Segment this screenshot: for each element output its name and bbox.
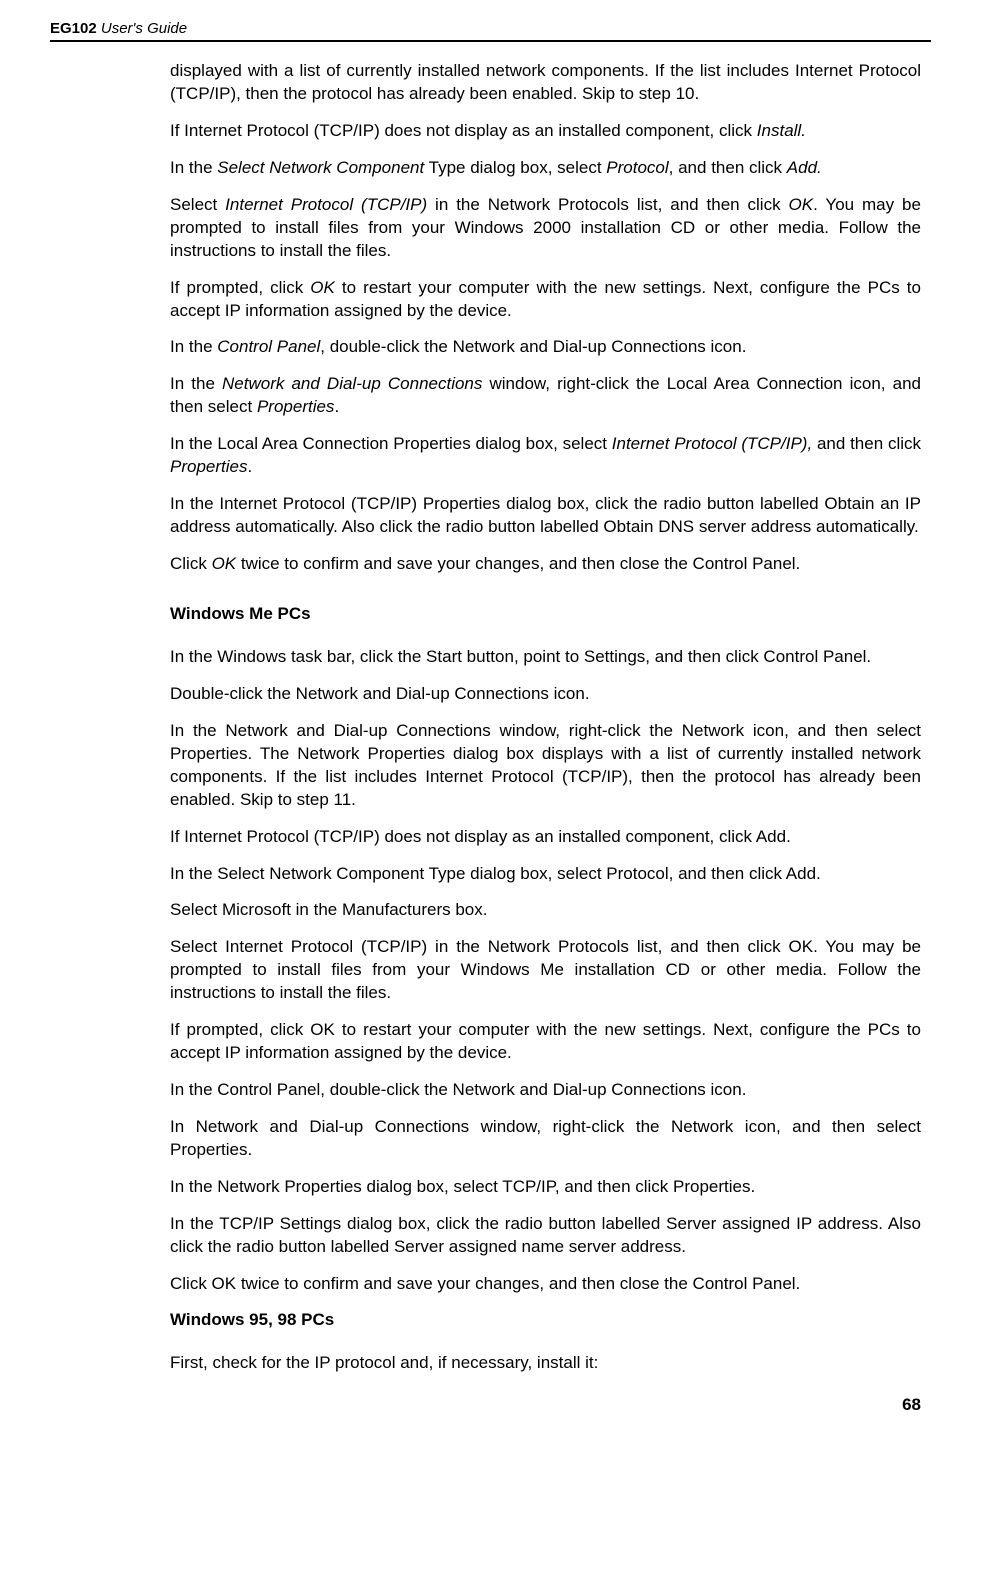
- page-container: EG102 User's Guide displayed with a list…: [0, 0, 981, 1435]
- body-paragraph: In the Network and Dial-up Connections w…: [170, 720, 921, 812]
- text-italic: OK: [212, 554, 237, 573]
- body-paragraph: If prompted, click OK to restart your co…: [170, 1019, 921, 1065]
- text-italic: Add.: [787, 158, 822, 177]
- text-italic: Properties: [257, 397, 334, 416]
- doc-subtitle: User's Guide: [101, 20, 187, 37]
- body-paragraph: In the Select Network Component Type dia…: [170, 157, 921, 180]
- text-italic: Select Network Component: [217, 158, 424, 177]
- text: In the Internet Protocol (TCP/IP) Proper…: [170, 494, 921, 536]
- body-paragraph: Select Microsoft in the Manufacturers bo…: [170, 899, 921, 922]
- product-name: EG102: [50, 20, 97, 37]
- text: .: [247, 457, 252, 476]
- text-italic: Properties: [170, 457, 247, 476]
- body-paragraph: In the Network Properties dialog box, se…: [170, 1176, 921, 1199]
- body-paragraph: Double-click the Network and Dial-up Con…: [170, 683, 921, 706]
- content-area: displayed with a list of currently insta…: [170, 60, 921, 1375]
- text-italic: Internet Protocol (TCP/IP): [225, 195, 427, 214]
- body-paragraph: In Network and Dial-up Connections windo…: [170, 1116, 921, 1162]
- text: twice to confirm and save your changes, …: [236, 554, 800, 573]
- section-heading-windows-me: Windows Me PCs: [170, 604, 921, 624]
- body-paragraph: In the Network and Dial-up Connections w…: [170, 373, 921, 419]
- text-italic: Network and Dial-up Connections: [222, 374, 482, 393]
- text-italic: Internet Protocol (TCP/IP),: [612, 434, 812, 453]
- header-title: EG102 User's Guide: [50, 20, 187, 37]
- text: , and then click: [669, 158, 787, 177]
- body-paragraph: In the Windows task bar, click the Start…: [170, 646, 921, 669]
- body-paragraph: In the Internet Protocol (TCP/IP) Proper…: [170, 493, 921, 539]
- text: displayed with a list of currently insta…: [170, 61, 921, 103]
- body-paragraph: First, check for the IP protocol and, if…: [170, 1352, 921, 1375]
- body-paragraph: In the Control Panel, double-click the N…: [170, 336, 921, 359]
- text-italic: OK: [789, 195, 814, 214]
- page-number: 68: [50, 1395, 931, 1415]
- section-heading-windows-95-98: Windows 95, 98 PCs: [170, 1310, 921, 1330]
- text: In the: [170, 158, 217, 177]
- text-italic: Install.: [757, 121, 806, 140]
- page-header: EG102 User's Guide: [50, 20, 931, 42]
- text: Type dialog box, select: [424, 158, 606, 177]
- body-paragraph: In the Local Area Connection Properties …: [170, 433, 921, 479]
- text: Click: [170, 554, 212, 573]
- body-paragraph: Click OK twice to confirm and save your …: [170, 1273, 921, 1296]
- body-paragraph: In the Select Network Component Type dia…: [170, 863, 921, 886]
- text: .: [334, 397, 339, 416]
- text: , double-click the Network and Dial-up C…: [320, 337, 746, 356]
- text: In the Local Area Connection Properties …: [170, 434, 612, 453]
- body-paragraph: displayed with a list of currently insta…: [170, 60, 921, 106]
- text: If Internet Protocol (TCP/IP) does not d…: [170, 121, 757, 140]
- text-italic: Control Panel: [217, 337, 320, 356]
- text: In the: [170, 337, 217, 356]
- body-paragraph: Click OK twice to confirm and save your …: [170, 553, 921, 576]
- body-paragraph: In the TCP/IP Settings dialog box, click…: [170, 1213, 921, 1259]
- text: in the Network Protocols list, and then …: [427, 195, 788, 214]
- text: and then click: [812, 434, 921, 453]
- body-paragraph: If Internet Protocol (TCP/IP) does not d…: [170, 120, 921, 143]
- text-italic: Protocol: [606, 158, 668, 177]
- body-paragraph: If prompted, click OK to restart your co…: [170, 277, 921, 323]
- body-paragraph: In the Control Panel, double-click the N…: [170, 1079, 921, 1102]
- body-paragraph: Select Internet Protocol (TCP/IP) in the…: [170, 194, 921, 263]
- text: In the: [170, 374, 222, 393]
- text: If prompted, click: [170, 278, 310, 297]
- text: Select: [170, 195, 225, 214]
- body-paragraph: Select Internet Protocol (TCP/IP) in the…: [170, 936, 921, 1005]
- body-paragraph: If Internet Protocol (TCP/IP) does not d…: [170, 826, 921, 849]
- text-italic: OK: [310, 278, 335, 297]
